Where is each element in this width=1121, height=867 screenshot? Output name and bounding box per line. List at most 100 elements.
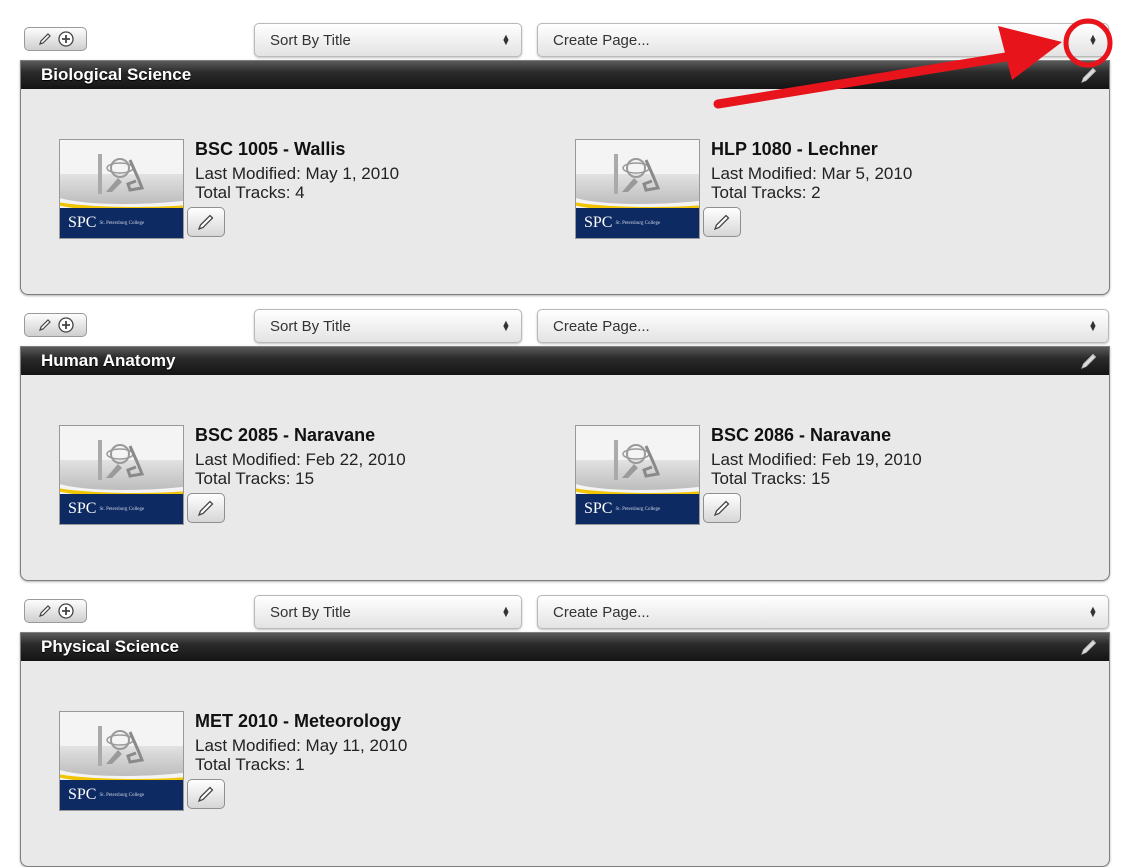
course-thumbnail[interactable]: SPC St. Petersburg College [575, 425, 700, 525]
section-toolbar: Sort By Title ▲ ▼ Create Page... ▲ ▼ [20, 306, 1110, 346]
sort-select-label: Sort By Title [270, 31, 351, 49]
thumbnail-subtitle: St. Petersburg College [99, 792, 145, 798]
thumbnail-brand: SPC [68, 500, 97, 517]
course-thumbnail[interactable]: SPC St. Petersburg College [59, 425, 184, 525]
edit-section-icon[interactable] [1079, 637, 1099, 662]
microscope-icon [614, 440, 661, 480]
list-item[interactable]: SPC St. Petersburg College BSC 1005 - Wa… [59, 139, 479, 244]
section-items: SPC St. Petersburg College BSC 2085 - Na… [21, 375, 1109, 580]
last-modified: Last Modified: Feb 19, 2010 [711, 450, 922, 469]
course-thumbnail[interactable]: SPC St. Petersburg College [59, 711, 184, 811]
create-page-select[interactable]: Create Page... ▲ ▼ [537, 309, 1109, 343]
last-modified: Last Modified: Feb 22, 2010 [195, 450, 406, 469]
item-title[interactable]: BSC 2085 - Naravane [195, 425, 375, 446]
microscope-icon [98, 440, 145, 480]
section-header: Human Anatomy [21, 347, 1109, 375]
list-item[interactable]: SPC St. Petersburg College MET 2010 - Me… [59, 711, 479, 816]
edit-section-icon[interactable] [1079, 351, 1099, 376]
microscope-icon [614, 154, 661, 194]
pencil-icon [197, 786, 214, 803]
create-page-label: Create Page... [553, 317, 650, 335]
add-icon[interactable] [57, 317, 74, 333]
list-item[interactable]: SPC St. Petersburg College BSC 2086 - Na… [575, 425, 995, 530]
section-panel: Physical Science SPC St. Petersburg Coll… [20, 632, 1110, 867]
thumbnail-subtitle: St. Petersburg College [615, 506, 661, 512]
item-meta: Last Modified: May 1, 2010 Total Tracks:… [195, 164, 399, 202]
edit-section-icon[interactable] [1079, 65, 1099, 90]
item-title[interactable]: MET 2010 - Meteorology [195, 711, 401, 732]
section-mini-buttons [24, 599, 87, 623]
course-thumbnail[interactable]: SPC St. Petersburg College [59, 139, 184, 239]
total-tracks: Total Tracks: 4 [195, 183, 305, 202]
create-page-select[interactable]: Create Page... ▲ ▼ [537, 595, 1109, 629]
section-biological-science: Sort By Title ▲ ▼ Create Page... ▲ ▼ Biolo… [20, 20, 1110, 295]
pencil-icon [713, 500, 730, 517]
pencil-icon[interactable] [38, 604, 52, 618]
thumbnail-band: SPC St. Petersburg College [576, 494, 699, 524]
section-header: Biological Science [21, 61, 1109, 89]
total-tracks: Total Tracks: 2 [711, 183, 821, 202]
select-arrows-icon[interactable]: ▲ ▼ [1078, 319, 1108, 333]
sort-select[interactable]: Sort By Title ▲ ▼ [254, 309, 522, 343]
sort-select-label: Sort By Title [270, 603, 351, 621]
total-tracks: Total Tracks: 15 [195, 469, 315, 488]
edit-button[interactable] [187, 493, 225, 523]
select-arrows-icon[interactable]: ▲ ▼ [1078, 33, 1108, 47]
section-panel: Human Anatomy SPC St. Petersburg College… [20, 346, 1110, 581]
total-tracks: Total Tracks: 15 [711, 469, 831, 488]
section-human-anatomy: Sort By Title ▲ ▼ Create Page... ▲ ▼ Human… [20, 306, 1110, 581]
edit-button[interactable] [187, 207, 225, 237]
section-items: SPC St. Petersburg College BSC 1005 - Wa… [21, 89, 1109, 294]
thumbnail-subtitle: St. Petersburg College [99, 506, 145, 512]
microscope-icon [98, 726, 145, 766]
pencil-icon[interactable] [38, 318, 52, 332]
item-title[interactable]: BSC 1005 - Wallis [195, 139, 345, 160]
select-arrows-icon[interactable]: ▲ ▼ [1078, 605, 1108, 619]
add-icon[interactable] [57, 31, 74, 47]
edit-button[interactable] [703, 207, 741, 237]
sort-select[interactable]: Sort By Title ▲ ▼ [254, 595, 522, 629]
last-modified: Last Modified: May 1, 2010 [195, 164, 400, 183]
section-physical-science: Sort By Title ▲ ▼ Create Page... ▲ ▼ Physi… [20, 592, 1110, 867]
add-icon[interactable] [57, 603, 74, 619]
select-arrows-icon: ▲ ▼ [501, 604, 511, 619]
create-page-label: Create Page... [553, 603, 650, 621]
pencil-icon [197, 500, 214, 517]
item-meta: Last Modified: Feb 22, 2010 Total Tracks… [195, 450, 406, 488]
section-title: Biological Science [41, 65, 192, 84]
thumbnail-subtitle: St. Petersburg College [615, 220, 661, 226]
thumbnail-band: SPC St. Petersburg College [60, 494, 183, 524]
item-meta: Last Modified: Feb 19, 2010 Total Tracks… [711, 450, 922, 488]
thumbnail-brand: SPC [68, 214, 97, 231]
select-arrows-icon: ▲ ▼ [501, 318, 511, 333]
select-arrows-icon: ▲ ▼ [501, 32, 511, 47]
item-title[interactable]: BSC 2086 - Naravane [711, 425, 891, 446]
create-page-select[interactable]: Create Page... ▲ ▼ [537, 23, 1109, 57]
section-toolbar: Sort By Title ▲ ▼ Create Page... ▲ ▼ [20, 592, 1110, 632]
sort-select-label: Sort By Title [270, 317, 351, 335]
pencil-icon [197, 214, 214, 231]
thumbnail-band: SPC St. Petersburg College [60, 208, 183, 238]
section-items: SPC St. Petersburg College MET 2010 - Me… [21, 661, 1109, 866]
pencil-icon [713, 214, 730, 231]
thumbnail-brand: SPC [584, 214, 613, 231]
total-tracks: Total Tracks: 1 [195, 755, 305, 774]
section-mini-buttons [24, 27, 87, 51]
item-meta: Last Modified: Mar 5, 2010 Total Tracks:… [711, 164, 912, 202]
section-panel: Biological Science SPC St. Petersburg Co… [20, 60, 1110, 295]
create-page-label: Create Page... [553, 31, 650, 49]
thumbnail-brand: SPC [68, 786, 97, 803]
item-title[interactable]: HLP 1080 - Lechner [711, 139, 878, 160]
edit-button[interactable] [703, 493, 741, 523]
last-modified: Last Modified: May 11, 2010 [195, 736, 408, 755]
sort-select[interactable]: Sort By Title ▲ ▼ [254, 23, 522, 57]
thumbnail-band: SPC St. Petersburg College [60, 780, 183, 810]
pencil-icon[interactable] [38, 32, 52, 46]
edit-button[interactable] [187, 779, 225, 809]
section-title: Physical Science [41, 637, 179, 656]
section-header: Physical Science [21, 633, 1109, 661]
item-meta: Last Modified: May 11, 2010 Total Tracks… [195, 736, 407, 774]
course-thumbnail[interactable]: SPC St. Petersburg College [575, 139, 700, 239]
list-item[interactable]: SPC St. Petersburg College HLP 1080 - Le… [575, 139, 995, 244]
list-item[interactable]: SPC St. Petersburg College BSC 2085 - Na… [59, 425, 479, 530]
